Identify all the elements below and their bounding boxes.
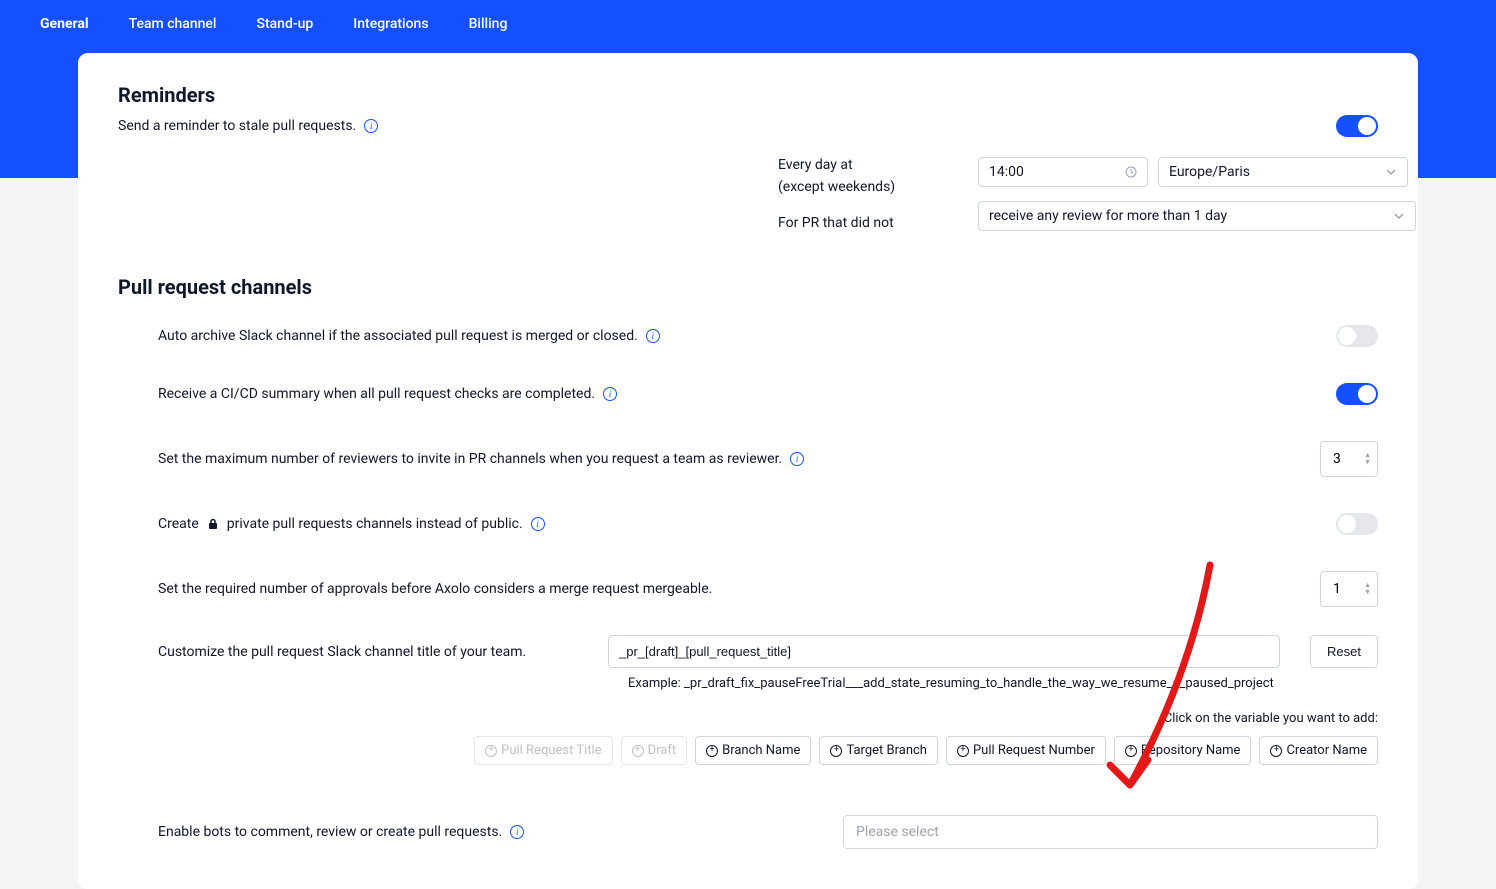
reminders-subtitle: Send a reminder to stale pull requests. … bbox=[118, 118, 378, 134]
plus-circle-icon: + bbox=[957, 745, 969, 757]
reminders-toggle[interactable] bbox=[1336, 115, 1378, 137]
cicd-summary-label: Receive a CI/CD summary when all pull re… bbox=[158, 386, 617, 402]
tab-integrations[interactable]: Integrations bbox=[353, 12, 428, 36]
tab-general[interactable]: General bbox=[40, 12, 89, 36]
plus-circle-icon: + bbox=[485, 745, 497, 757]
info-icon[interactable]: i bbox=[364, 119, 378, 133]
schedule-label-2: (except weekends) bbox=[778, 179, 938, 195]
chip-target-branch[interactable]: +Target Branch bbox=[819, 736, 938, 765]
approvals-input[interactable]: 1 ▲ ▼ bbox=[1320, 571, 1378, 607]
private-channels-toggle[interactable] bbox=[1336, 513, 1378, 535]
reminders-heading: Reminders bbox=[118, 83, 1378, 107]
timezone-select[interactable]: Europe/Paris bbox=[1158, 157, 1408, 187]
auto-archive-label: Auto archive Slack channel if the associ… bbox=[158, 328, 660, 344]
channel-title-input[interactable] bbox=[608, 635, 1280, 668]
bots-select[interactable]: Please select bbox=[843, 815, 1378, 849]
info-icon[interactable]: i bbox=[646, 329, 660, 343]
chip-repository-name[interactable]: +Repository Name bbox=[1114, 736, 1252, 765]
tab-billing[interactable]: Billing bbox=[469, 12, 508, 36]
nav-tabs: General Team channel Stand-up Integratio… bbox=[0, 12, 1496, 36]
lock-icon bbox=[207, 518, 219, 530]
variable-hint: Click on the variable you want to add: bbox=[158, 711, 1378, 726]
max-reviewers-label: Set the maximum number of reviewers to i… bbox=[158, 451, 804, 467]
settings-card: Reminders Send a reminder to stale pull … bbox=[78, 53, 1418, 889]
stepper-down-icon[interactable]: ▼ bbox=[1364, 589, 1371, 596]
chip-draft: +Draft bbox=[621, 736, 688, 765]
chip-pull-request-number[interactable]: +Pull Request Number bbox=[946, 736, 1106, 765]
plus-circle-icon: + bbox=[1125, 745, 1137, 757]
tab-team-channel[interactable]: Team channel bbox=[129, 12, 217, 36]
info-icon[interactable]: i bbox=[531, 517, 545, 531]
plus-circle-icon: + bbox=[1270, 745, 1282, 757]
chevron-down-icon bbox=[1385, 166, 1397, 178]
plus-circle-icon: + bbox=[830, 745, 842, 757]
schedule-label-1: Every day at bbox=[778, 157, 938, 173]
chip-branch-name[interactable]: +Branch Name bbox=[695, 736, 811, 765]
chevron-down-icon bbox=[1393, 210, 1405, 222]
plus-circle-icon: + bbox=[706, 745, 718, 757]
plus-circle-icon: + bbox=[632, 745, 644, 757]
reset-button[interactable]: Reset bbox=[1310, 635, 1378, 668]
time-input[interactable]: 14:00 bbox=[978, 157, 1148, 187]
clock-icon bbox=[1125, 166, 1137, 178]
info-icon[interactable]: i bbox=[603, 387, 617, 401]
tab-stand-up[interactable]: Stand-up bbox=[257, 12, 314, 36]
reminder-config: Every day at (except weekends) For PR th… bbox=[778, 157, 1378, 245]
pr-channels-heading: Pull request channels bbox=[118, 275, 1378, 299]
chip-creator-name[interactable]: +Creator Name bbox=[1259, 736, 1378, 765]
private-channels-label: Create private pull requests channels in… bbox=[158, 516, 545, 532]
condition-select[interactable]: receive any review for more than 1 day bbox=[978, 201, 1416, 231]
auto-archive-toggle[interactable] bbox=[1336, 325, 1378, 347]
stepper-down-icon[interactable]: ▼ bbox=[1364, 459, 1371, 466]
chip-pull-request-title: +Pull Request Title bbox=[474, 736, 612, 765]
bots-label: Enable bots to comment, review or create… bbox=[158, 824, 524, 840]
info-icon[interactable]: i bbox=[510, 825, 524, 839]
info-icon[interactable]: i bbox=[790, 452, 804, 466]
variable-chips: +Pull Request Title +Draft +Branch Name … bbox=[158, 736, 1378, 765]
approvals-label: Set the required number of approvals bef… bbox=[158, 581, 712, 597]
max-reviewers-input[interactable]: 3 ▲ ▼ bbox=[1320, 441, 1378, 477]
example-text: Example: _pr_draft_fix_pauseFreeTrial___… bbox=[628, 676, 1378, 691]
customize-title-label: Customize the pull request Slack channel… bbox=[158, 644, 578, 660]
cicd-summary-toggle[interactable] bbox=[1336, 383, 1378, 405]
condition-label: For PR that did not bbox=[778, 215, 938, 231]
